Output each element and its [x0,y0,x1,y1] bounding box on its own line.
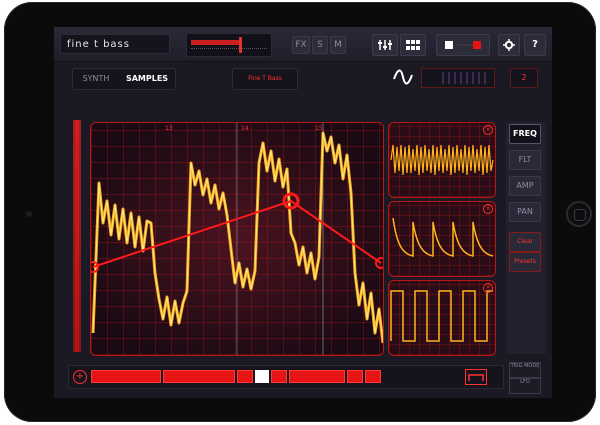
trig-mode-button[interactable]: TRIG MODE [509,362,541,378]
lfo-button[interactable]: LFO [509,378,541,394]
marker-label-3: 15 [315,125,323,132]
gear-icon [503,39,515,51]
tab-synth[interactable]: SYNTH [73,69,119,89]
transport-control[interactable] [436,34,490,56]
volume-ticks [191,48,267,53]
bracket-icon [468,374,484,381]
freq-button[interactable]: FREQ [509,124,541,144]
stop-icon [445,41,481,49]
camera-icon [26,211,32,217]
sawtooth-wave-plot [392,217,494,257]
waveform-plot [91,123,383,355]
grid-button[interactable] [400,34,426,56]
mode-tabs: SYNTH SAMPLES [72,68,176,90]
marker-label-2: 14 [241,125,249,132]
sequence-step[interactable] [365,370,381,383]
mute-button[interactable]: M [330,36,346,54]
meter-bars [442,72,488,84]
square-preview[interactable]: × [388,280,496,356]
sequence-step[interactable] [163,370,235,383]
help-button[interactable]: ? [524,34,546,56]
solo-button[interactable]: S [312,36,328,54]
clear-button[interactable]: Clear [509,232,541,252]
mixer-button[interactable] [372,34,398,56]
noise-wave-plot [390,144,494,176]
volume-knob[interactable] [239,37,242,53]
sine-wave-icon [393,69,413,85]
presets-button[interactable]: Presets [509,252,541,272]
octave-display[interactable]: 2 [510,68,538,88]
close-icon[interactable]: × [483,125,493,135]
filter-button[interactable]: FLT [509,150,541,170]
amount-vertical-slider[interactable] [73,120,81,352]
mode-row: SYNTH SAMPLES Fine T Bass 2 [54,62,552,96]
app-screen: fine t bass FX S M ? SYNTH SAMPLES Fine … [54,27,552,398]
waveform-editor[interactable]: 13 14 15 [90,122,384,356]
top-toolbar: fine t bass FX S M ? [54,27,552,62]
ipad-frame: fine t bass FX S M ? SYNTH SAMPLES Fine … [4,2,596,422]
sequence-step[interactable] [237,370,253,383]
settings-button[interactable] [498,34,520,56]
sequence-step[interactable] [91,370,161,383]
marker-label-1: 13 [165,125,173,132]
sequence-step-selected[interactable] [255,370,269,383]
preset-name-display[interactable]: fine t bass [60,34,170,54]
add-step-button[interactable]: + [73,370,87,384]
grid-icon [406,40,420,50]
sequence-step[interactable] [347,370,363,383]
square-wave-plot [390,290,493,342]
modulation-panel: FREQ FLT AMP PAN Clear Presets TRIG MODE… [506,122,546,394]
waveform-button[interactable] [392,66,414,88]
level-meter [421,68,495,88]
amp-button[interactable]: AMP [509,176,541,196]
sample-name-display[interactable]: Fine T Bass [232,68,298,90]
volume-fill [191,40,241,45]
tab-samples[interactable]: SAMPLES [119,69,175,89]
fx-button[interactable]: FX [292,36,310,54]
close-icon[interactable]: × [483,204,493,214]
sample-sequencer: + [68,365,504,389]
sawtooth-preview[interactable]: × [388,201,496,277]
close-icon[interactable]: × [483,283,493,293]
sequence-step[interactable] [289,370,345,383]
sequence-step[interactable] [271,370,287,383]
pan-button[interactable]: PAN [509,202,541,222]
loop-end-icon[interactable] [465,369,487,385]
volume-slider[interactable] [186,33,272,57]
home-button[interactable] [566,201,592,227]
sliders-icon [378,40,392,50]
noise-preview[interactable]: × [388,122,496,198]
